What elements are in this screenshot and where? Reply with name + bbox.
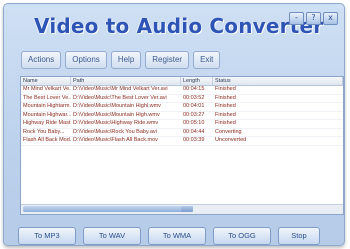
table-row[interactable]: The Best Lover Ve... D:\Video\Music\The … — [21, 94, 343, 103]
header-name[interactable]: Name — [21, 77, 71, 85]
cell-path: D:\Video\Music\Mountain Highl.wmv — [73, 103, 161, 109]
cell-name: The Best Lover Ve... — [23, 94, 71, 101]
cell-length: 00:04:01 — [183, 103, 205, 109]
cell-status: Converting — [215, 128, 242, 135]
cell-path: D:\Video\Music\Mr Mind Velkart Ver.avi — [73, 86, 168, 92]
cell-length: 00:04:15 — [183, 86, 205, 92]
horizontal-scrollbar[interactable] — [21, 204, 343, 214]
convert-ogg-button[interactable]: To OGG — [213, 227, 271, 245]
cell-path: D:\Video\Music\Highway Ride.wmv — [73, 120, 159, 126]
menu-exit[interactable]: Exit — [193, 51, 221, 69]
minimize-icon[interactable]: - — [289, 12, 304, 25]
window-controls: - ? x — [289, 12, 338, 25]
cell-name: Mountain Highwar... — [23, 111, 71, 118]
close-icon[interactable]: x — [323, 12, 338, 25]
stop-button[interactable]: Stop — [278, 227, 320, 245]
scrollbar-track-fill[interactable] — [23, 206, 183, 212]
app-title: Video to Audio Converter — [34, 14, 324, 38]
table-row[interactable]: Highway Ride Mast... D:\Video\Music\High… — [21, 120, 343, 129]
header-path[interactable]: Path — [71, 77, 181, 85]
menu-options[interactable]: Options — [65, 51, 107, 69]
cell-length: 00:03:27 — [183, 111, 205, 118]
help-icon[interactable]: ? — [306, 12, 321, 25]
table-row[interactable]: Flash All Back Mod... D:\Video\Music\Fla… — [21, 137, 343, 146]
cell-status: Finished — [215, 103, 236, 109]
menu-bar: Actions Options Help Register Exit — [21, 51, 340, 69]
cell-length: 00:04:44 — [183, 128, 205, 135]
menu-register[interactable]: Register — [145, 51, 190, 69]
cell-length: 00:03:39 — [183, 137, 205, 143]
scrollbar-thumb[interactable] — [181, 206, 193, 212]
cell-status: Finished — [215, 111, 236, 118]
menu-actions[interactable]: Actions — [21, 51, 62, 69]
cell-name: Rock You Baby... — [23, 128, 65, 135]
convert-wma-button[interactable]: To WMA — [148, 227, 206, 245]
cell-status: Finished — [215, 120, 236, 126]
convert-mp3-button[interactable]: To MP3 — [18, 227, 76, 245]
header-status[interactable]: Status — [213, 77, 343, 85]
table-header: Name Path Length Status — [21, 77, 343, 86]
cell-path: D:\Video\Music\The Best Lover Ver.avi — [73, 94, 167, 101]
cell-name: Flash All Back Mod... — [23, 137, 71, 143]
table-row[interactable]: Mountain Hightarm... D:\Video\Music\Moun… — [21, 103, 343, 112]
table-row[interactable]: Rock You Baby... D:\Video\Music\Rock You… — [21, 128, 343, 137]
cell-status: Finished — [215, 94, 236, 101]
convert-wav-button[interactable]: To WAV — [83, 227, 141, 245]
app-window: Video to Audio Converter - ? x Actions O… — [3, 3, 345, 246]
table-row[interactable]: Mountain Highwar... D:\Video\Music\Mount… — [21, 111, 343, 120]
cell-name: Mr Mind Velkart Ve... — [23, 86, 71, 92]
cell-name: Highway Ride Mast... — [23, 120, 71, 126]
file-table: Name Path Length Status Mr Mind Velkart … — [20, 76, 344, 215]
header-length[interactable]: Length — [181, 77, 213, 85]
cell-status: Unconverted — [215, 137, 247, 143]
cell-length: 00:05:10 — [183, 120, 205, 126]
cell-path: D:\Video\Music\Mountain High.wmv — [73, 111, 160, 118]
cell-status: Finished — [215, 86, 236, 92]
cell-length: 00:03:52 — [183, 94, 205, 101]
menu-help[interactable]: Help — [110, 51, 142, 69]
cell-path: D:\Video\Music\Rock You Baby.avi — [73, 128, 157, 135]
table-row[interactable]: Mr Mind Velkart Ve... D:\Video\Music\Mr … — [21, 86, 343, 95]
cell-name: Mountain Hightarm... — [23, 103, 71, 109]
cell-path: D:\Video\Music\Flash All Back.mov — [73, 137, 158, 143]
convert-toolbar: To MP3 To WAV To WMA To OGG Stop — [18, 227, 340, 245]
